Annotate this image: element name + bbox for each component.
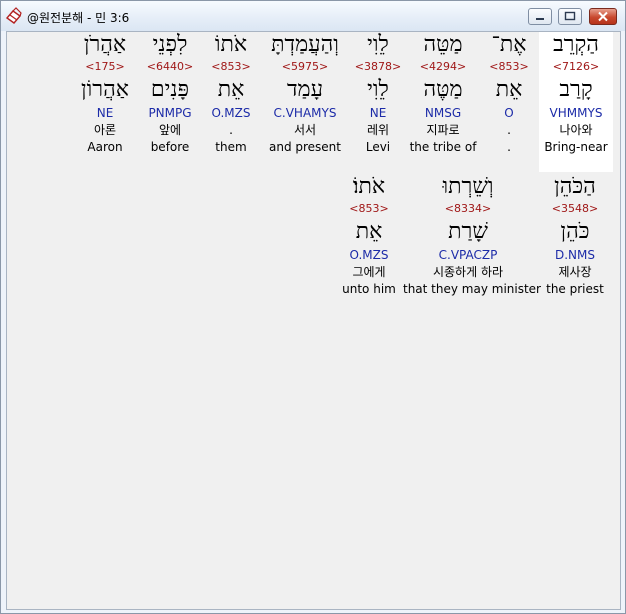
english-gloss: Levi bbox=[365, 140, 391, 154]
korean-gloss: 나아와 bbox=[559, 123, 593, 137]
morphology-code: O.MZS bbox=[211, 106, 251, 120]
app-window: @원전분해 - 민 3:6 הַקְרֵב <7126> קָרַב VHMMY… bbox=[0, 0, 626, 614]
morphology-code: NMSG bbox=[424, 106, 462, 120]
morphology-code: NE bbox=[369, 106, 387, 120]
window-title: @원전분해 - 민 3:6 bbox=[27, 11, 130, 25]
hebrew-word: וְשֵׁרְתוּ bbox=[442, 174, 494, 199]
english-gloss: Aaron bbox=[87, 140, 123, 154]
hebrew-lemma: עָמַד bbox=[286, 77, 324, 102]
morphology-code: C.VHAMYS bbox=[273, 106, 337, 120]
hebrew-word: הַכֹּהֵן bbox=[554, 174, 596, 199]
hebrew-word: אֶת־ bbox=[491, 32, 527, 57]
maximize-button[interactable] bbox=[558, 8, 582, 25]
strong-number[interactable]: <3548> bbox=[537, 201, 613, 217]
strong-number[interactable]: <8334> bbox=[403, 201, 533, 217]
hebrew-lemma: פָּנִים bbox=[150, 77, 190, 102]
english-gloss: that they may minister bbox=[403, 282, 541, 296]
maximize-icon bbox=[564, 11, 576, 21]
strong-number[interactable]: <6440> bbox=[139, 59, 201, 75]
korean-gloss: 서서 bbox=[293, 123, 317, 137]
strong-number[interactable]: <5975> bbox=[261, 59, 349, 75]
korean-gloss: 시종하게 하라 bbox=[432, 265, 504, 279]
hebrew-lemma: אֵת bbox=[355, 219, 383, 244]
word-cell-oto[interactable]: אֹתוֹ <853> אֵת O.MZS . them bbox=[203, 32, 259, 155]
strong-number[interactable]: <7126> bbox=[539, 59, 613, 75]
word-cell-vesheretu[interactable]: וְשֵׁרְתוּ <8334> שָׁרַת C.VPACZP 시종하게 하… bbox=[403, 174, 541, 297]
hebrew-word: מַטֵּה bbox=[423, 32, 463, 57]
morphology-code: C.VPACZP bbox=[438, 248, 498, 262]
korean-gloss: 지파로 bbox=[426, 123, 460, 137]
word-cell-hakrev[interactable]: הַקְרֵב <7126> קָרַב VHMMYS 나아와 Bring-ne… bbox=[539, 32, 613, 172]
strong-number[interactable]: <3878> bbox=[351, 59, 405, 75]
hebrew-word: אַהֲרֹן bbox=[83, 32, 127, 57]
english-gloss: Bring-near bbox=[544, 140, 608, 154]
minimize-button[interactable] bbox=[528, 8, 552, 25]
english-gloss: before bbox=[150, 140, 190, 154]
strong-number[interactable]: <853> bbox=[337, 201, 401, 217]
hebrew-lemma: שָׁרַת bbox=[448, 219, 488, 244]
hebrew-word: הַקְרֵב bbox=[553, 32, 599, 57]
english-gloss: . bbox=[507, 140, 511, 154]
interlinear-panel: הַקְרֵב <7126> קָרַב VHMMYS 나아와 Bring-ne… bbox=[6, 31, 621, 610]
hebrew-lemma: מַטֶּה bbox=[423, 77, 463, 102]
word-cell-mateh[interactable]: מַטֵּה <4294> מַטֶּה NMSG 지파로 the tribe … bbox=[407, 32, 479, 155]
close-icon bbox=[598, 11, 608, 22]
hebrew-lemma: לֵוִי bbox=[367, 77, 389, 102]
word-cell-et[interactable]: אֶת־ <853> אֵת O . . bbox=[481, 32, 537, 155]
korean-gloss: 그에게 bbox=[352, 265, 386, 279]
korean-gloss: 아론 bbox=[93, 123, 117, 137]
word-cell-lifnei[interactable]: לִפְנֵי <6440> פָּנִים PNMPG 앞에 before bbox=[139, 32, 201, 155]
word-cell-levi[interactable]: לֵוִי <3878> לֵוִי NE 레위 Levi bbox=[351, 32, 405, 155]
word-cell-vehaamadta[interactable]: וְהַעֲמַדְתָּ <5975> עָמַד C.VHAMYS 서서 a… bbox=[261, 32, 349, 155]
morphology-code: O bbox=[504, 106, 514, 120]
strong-number[interactable]: <853> bbox=[203, 59, 259, 75]
word-cell-aharon[interactable]: אַהֲרֹן <175> אַהֲרוֹן NE 아론 Aaron bbox=[73, 32, 137, 155]
hebrew-word: לֵוִי bbox=[367, 32, 389, 57]
morphology-code: PNMPG bbox=[148, 106, 192, 120]
word-cell-hakohen[interactable]: הַכֹּהֵן <3548> כֹּהֵן D.NMS 제사장 the pri… bbox=[537, 174, 613, 297]
english-gloss: and present bbox=[268, 140, 341, 154]
morphology-code: D.NMS bbox=[554, 248, 595, 262]
morphology-code: VHMMYS bbox=[549, 106, 603, 120]
hebrew-word: לִפְנֵי bbox=[152, 32, 188, 57]
korean-gloss: 레위 bbox=[366, 123, 390, 137]
title-bar[interactable]: @원전분해 - 민 3:6 bbox=[1, 1, 625, 31]
hebrew-word: אֹתוֹ׃ bbox=[352, 174, 386, 199]
english-gloss: the tribe of bbox=[409, 140, 477, 154]
hebrew-lemma: אַהֲרוֹן bbox=[81, 77, 129, 102]
minimize-icon bbox=[536, 18, 544, 20]
korean-gloss: 제사장 bbox=[558, 265, 592, 279]
english-gloss: unto him bbox=[342, 282, 396, 296]
app-icon[interactable] bbox=[5, 7, 23, 25]
hebrew-lemma: אֵת bbox=[495, 77, 523, 102]
korean-gloss: . bbox=[507, 123, 511, 137]
word-cell-oto-2[interactable]: אֹתוֹ׃ <853> אֵת O.MZS 그에게 unto him bbox=[337, 174, 401, 297]
english-gloss: the priest bbox=[546, 282, 604, 296]
hebrew-word: וְהַעֲמַדְתָּ bbox=[271, 32, 339, 57]
strong-number[interactable]: <4294> bbox=[407, 59, 479, 75]
strong-number[interactable]: <175> bbox=[73, 59, 137, 75]
morphology-code: O.MZS bbox=[349, 248, 389, 262]
hebrew-lemma: אֵת bbox=[217, 77, 245, 102]
close-button[interactable] bbox=[589, 8, 617, 25]
hebrew-word: אֹתוֹ bbox=[214, 32, 248, 57]
strong-number[interactable]: <853> bbox=[481, 59, 537, 75]
hebrew-lemma: קָרַב bbox=[559, 77, 593, 102]
english-gloss: them bbox=[215, 140, 247, 154]
korean-gloss: 앞에 bbox=[158, 123, 182, 137]
korean-gloss: . bbox=[229, 123, 233, 137]
hebrew-lemma: כֹּהֵן bbox=[560, 219, 590, 244]
morphology-code: NE bbox=[96, 106, 114, 120]
